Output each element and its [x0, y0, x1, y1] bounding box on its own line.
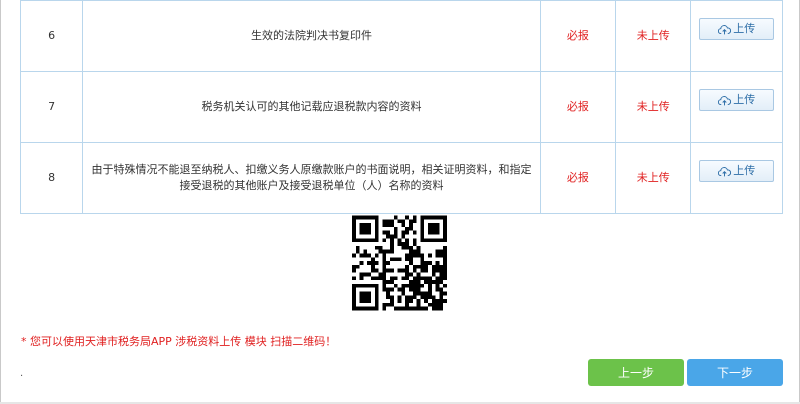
row-number: 8 [19, 142, 84, 214]
required-label: 必报 [539, 142, 617, 214]
material-name: 税务机关认可的其他记载应退税款内容的资料 [82, 71, 541, 143]
action-cell: 上传 [690, 142, 783, 214]
required-label: 必报 [539, 71, 617, 143]
row-number: 7 [19, 71, 84, 143]
table-row: 6 生效的法院判决书复印件 必报 未上传 上传 [19, 0, 783, 72]
upload-status: 未上传 [615, 0, 692, 72]
upload-button-label: 上传 [733, 164, 756, 177]
previous-step-button[interactable]: 上一步 [588, 359, 684, 386]
qr-code [352, 215, 447, 311]
upload-button-label: 上传 [733, 22, 756, 35]
table-row: 8 由于特殊情况不能退至纳税人、扣缴义务人原缴款账户的书面说明，相关证明资料，和… [19, 142, 783, 214]
action-cell: 上传 [690, 0, 783, 72]
table-row: 7 税务机关认可的其他记载应退税款内容的资料 必报 未上传 上传 [19, 71, 783, 143]
footnote-mark: . [20, 368, 24, 379]
material-name: 由于特殊情况不能退至纳税人、扣缴义务人原缴款账户的书面说明，相关证明资料，和指定… [82, 142, 541, 214]
materials-table: 6 生效的法院判决书复印件 必报 未上传 上传 7 税务机关认可的其他记载应退税… [19, 0, 783, 214]
qr-notice: * 您可以使用天津市税务局APP 涉税资料上传 模块 扫描二维码！ [21, 335, 337, 348]
material-name: 生效的法院判决书复印件 [82, 0, 541, 72]
action-cell: 上传 [690, 71, 783, 143]
row-number: 6 [19, 0, 84, 72]
cloud-upload-icon [718, 24, 732, 34]
upload-button[interactable]: 上传 [699, 160, 775, 182]
upload-status: 未上传 [615, 142, 692, 214]
upload-button[interactable]: 上传 [699, 89, 775, 111]
upload-button[interactable]: 上传 [699, 18, 775, 40]
next-step-button[interactable]: 下一步 [687, 359, 783, 386]
cloud-upload-icon [718, 166, 732, 176]
upload-button-label: 上传 [733, 93, 756, 106]
cloud-upload-icon [718, 95, 732, 105]
upload-status: 未上传 [615, 71, 692, 143]
required-label: 必报 [539, 0, 617, 72]
frame-left-border [0, 0, 1, 404]
